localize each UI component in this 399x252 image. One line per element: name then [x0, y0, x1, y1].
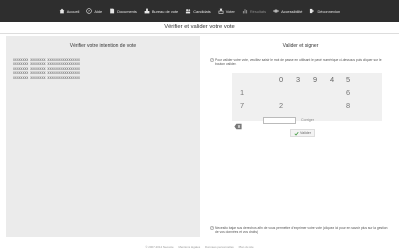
help-icon: ? — [210, 58, 214, 62]
vote-icon — [218, 8, 224, 14]
backspace-button[interactable] — [234, 117, 242, 130]
keypad-key[interactable]: 1 — [237, 88, 247, 97]
keypad-key[interactable]: 6 — [343, 88, 353, 97]
results-icon — [242, 9, 247, 14]
validate-sign-heading: Valider et signer — [282, 43, 319, 49]
nav-label: Déconnexion — [317, 8, 341, 14]
data-rights-link[interactable]: Necesito bajar sus derechos afin de vous… — [215, 226, 388, 234]
nav-label: Accueil — [66, 8, 80, 14]
keypad-key[interactable]: 9 — [310, 75, 320, 84]
footer-copyright: © 2007-2014 Neovote — [145, 245, 174, 249]
help-icon: ? — [86, 8, 93, 14]
vote-intention-line: XXXXXXXX XXXXXXXX XXXXXXXXXXXXXXXXX — [13, 75, 80, 80]
numeric-keypad — [232, 73, 382, 121]
help-icon: ? — [210, 226, 214, 230]
keypad-key[interactable]: 7 — [237, 101, 247, 110]
valider-button[interactable]: Valider — [290, 129, 315, 137]
nav-accueil[interactable]: Accueil — [59, 8, 80, 14]
vote-intention-heading: Vérifier votre intention de vote — [69, 43, 137, 49]
candidates-icon — [186, 9, 191, 14]
password-input[interactable] — [263, 117, 296, 124]
footer-link-donnees[interactable]: Données personnelles — [205, 245, 234, 249]
nav-aide[interactable]: ? Aide — [86, 8, 102, 14]
nav-label: Accessibilité — [281, 8, 303, 14]
check-icon — [294, 131, 299, 136]
valider-label: Valider — [300, 131, 311, 135]
corriger-button[interactable]: Corriger — [301, 117, 314, 124]
nav-deconnexion[interactable]: Déconnexion — [309, 8, 340, 14]
backspace-icon — [234, 123, 242, 130]
instructions-label: Pour valider votre vote, veuillez saisir… — [215, 58, 382, 67]
nav-label: Bureau de vote — [151, 8, 179, 14]
home-icon — [59, 8, 65, 14]
page-title: Vérifier et valider votre vote — [164, 24, 235, 30]
data-rights-notice: ? Necesito bajar sus derechos afin de vo… — [210, 226, 390, 234]
logout-icon — [310, 8, 315, 14]
keypad-key[interactable]: 3 — [293, 75, 303, 84]
vote-intention-panel: Vérifier votre intention de vote XXXXXXX… — [6, 36, 200, 237]
nav-label: Résultats — [249, 8, 267, 14]
nav-accessibilite[interactable]: Accessibilité — [273, 8, 302, 14]
svg-text:?: ? — [88, 9, 90, 13]
nav-candidats[interactable]: Candidats — [185, 8, 211, 14]
nav-bureau-de-vote[interactable]: Bureau de vote — [144, 8, 178, 14]
footer-link-mentions[interactable]: Mentions légales — [178, 245, 200, 249]
keypad-key[interactable]: 0 — [276, 75, 286, 84]
nav-label: Candidats — [193, 8, 211, 14]
ballot-box-icon — [144, 8, 150, 14]
keypad-key[interactable]: 8 — [343, 101, 353, 110]
accessibility-icon — [273, 9, 279, 13]
title-divider — [0, 33, 399, 34]
nav-label: Voter — [225, 8, 235, 14]
footer-link-plan[interactable]: Plan du site — [239, 245, 254, 249]
nav-voter[interactable]: Voter — [218, 8, 235, 14]
document-icon — [110, 8, 115, 14]
vote-intention-list: XXXXXXXX XXXXXXXX XXXXXXXXXXXXXXXXX XXXX… — [13, 58, 80, 80]
keypad-key[interactable]: 2 — [276, 101, 286, 110]
nav-resultats[interactable]: Résultats — [242, 8, 266, 14]
footer: © 2007-2014 Neovote Mentions légales Don… — [0, 245, 399, 249]
nav-documents[interactable]: Documents — [109, 8, 137, 14]
nav-label: Aide — [94, 8, 103, 14]
keypad-key[interactable]: 5 — [343, 75, 353, 84]
vote-intention-line: XXXXXXXX XXXXXXXX XXXXXXXXXXXXXXXXX — [13, 71, 80, 76]
keypad-key[interactable]: 4 — [327, 75, 337, 84]
instructions-text: ? Pour valider votre vote, veuillez sais… — [210, 58, 390, 67]
top-navigation-bar: Accueil ? Aide Documents Bureau de vote … — [0, 0, 399, 22]
nav-label: Documents — [117, 8, 137, 14]
